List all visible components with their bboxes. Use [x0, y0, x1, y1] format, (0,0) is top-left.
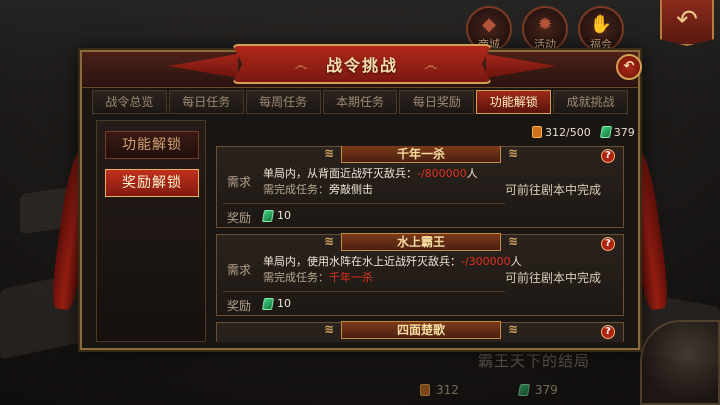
- prerequisite-text: 需完成任务：千年一杀: [263, 269, 373, 285]
- jade-icon: [517, 384, 530, 396]
- scroll-icon: [420, 384, 430, 396]
- requirement-text: 单局内，从背面近战歼灭敌兵：-/800000人: [263, 165, 478, 181]
- card-title: 水上霸王: [324, 233, 518, 251]
- tab-season-tasks[interactable]: 本期任务: [322, 90, 398, 114]
- help-icon[interactable]: ?: [601, 325, 615, 339]
- bottom-banner: 霸王天下的结局: [478, 352, 591, 370]
- prerequisite-text: 需完成任务：旁敲侧击: [263, 181, 373, 197]
- reward-label: 奖励: [227, 211, 252, 225]
- reward-label: 奖励: [227, 299, 252, 313]
- challenge-card: 千年一杀 ? 需求 单局内，从背面近战歼灭敌兵：-/800000人 需完成任务：…: [216, 146, 624, 228]
- bottom-scroll-value: 312: [436, 383, 459, 397]
- tab-achievements[interactable]: 成就挑战: [553, 90, 629, 114]
- hero-portrait[interactable]: [640, 320, 720, 405]
- reward-value: 10: [277, 297, 291, 310]
- help-icon[interactable]: ?: [601, 237, 615, 251]
- prereq-task: 千年一杀: [329, 271, 373, 284]
- tab-overview[interactable]: 战令总览: [92, 90, 167, 114]
- resource-counters: 312/500 379: [532, 124, 635, 140]
- event-icon: ✹: [537, 14, 553, 35]
- prereq-label: 需完成任务：: [263, 183, 329, 196]
- challenge-card: 水上霸王 ? 需求 单局内，使用水阵在水上近战歼灭敌兵：-/300000人 需完…: [216, 233, 624, 316]
- requirement-text: 单局内，使用水阵在水上近战歼灭敌兵：-/300000人: [263, 253, 522, 269]
- shop-icon: ◆: [482, 14, 496, 35]
- welfare-icon: ✋: [589, 14, 613, 35]
- prereq-label: 需完成任务：: [263, 271, 329, 284]
- requirement-unit: 人: [510, 255, 522, 268]
- challenge-card: 四面楚歌 ?: [216, 321, 624, 342]
- jade-icon: [261, 209, 275, 222]
- tab-bar: 战令总览 每日任务 每周任务 本期任务 每日奖励 功能解锁 成就挑战: [92, 90, 629, 114]
- prereq-task: 旁敲侧击: [329, 183, 373, 196]
- sidebar: 功能解锁 奖励解锁: [96, 120, 206, 342]
- jade-icon: [599, 126, 612, 138]
- tab-daily-tasks[interactable]: 每日任务: [168, 90, 244, 114]
- back-button[interactable]: ↶: [660, 0, 714, 46]
- divider: [223, 291, 505, 292]
- help-icon[interactable]: ?: [601, 149, 615, 163]
- divider: [223, 203, 505, 204]
- jade-icon: [261, 297, 275, 310]
- scroll-count: 312/500: [545, 125, 591, 139]
- jade-count: 379: [613, 125, 635, 139]
- sidebar-item-feature-unlock[interactable]: 功能解锁: [105, 131, 199, 159]
- requirement-label: 需求: [227, 263, 252, 277]
- battle-pass-panel: ෴ ෴ 战令挑战 ↶ 战令总览 每日任务 每周任务 本期任务 每日奖励 功能解锁…: [80, 44, 642, 350]
- welfare-button[interactable]: ✋ 福会: [578, 6, 624, 52]
- close-button[interactable]: ↶: [616, 54, 642, 80]
- requirement-desc: 单局内，使用水阵在水上近战歼灭敌兵：: [263, 255, 461, 268]
- tab-feature-unlock[interactable]: 功能解锁: [476, 90, 552, 114]
- reward-value: 10: [277, 209, 291, 222]
- back-arrow-icon: ↶: [676, 5, 698, 35]
- requirement-label: 需求: [227, 175, 252, 189]
- tab-weekly-tasks[interactable]: 每周任务: [245, 90, 321, 114]
- status-text: 可前往剧本中完成: [505, 183, 602, 197]
- bottom-jade-value: 379: [534, 383, 558, 397]
- progress-value: -/800000: [417, 167, 467, 180]
- tab-daily-rewards[interactable]: 每日奖励: [399, 90, 475, 114]
- reward-amount: 10: [261, 209, 291, 222]
- close-icon: ↶: [623, 59, 635, 74]
- sidebar-item-reward-unlock[interactable]: 奖励解锁: [105, 169, 199, 197]
- scroll-icon: [532, 126, 542, 138]
- bottom-resource-bar: 312 379: [420, 378, 640, 402]
- card-title: 四面楚歌: [324, 321, 518, 339]
- challenge-list[interactable]: 千年一杀 ? 需求 单局内，从背面近战歼灭敌兵：-/800000人 需完成任务：…: [216, 146, 624, 342]
- requirement-unit: 人: [466, 167, 478, 180]
- status-text: 可前往剧本中完成: [505, 271, 602, 285]
- progress-value: -/300000: [461, 255, 511, 268]
- reward-amount: 10: [261, 297, 291, 310]
- panel-title: 战令挑战: [325, 56, 398, 75]
- event-button[interactable]: ✹ 活动: [522, 6, 568, 52]
- requirement-desc: 单局内，从背面近战歼灭敌兵：: [263, 167, 417, 180]
- card-title: 千年一杀: [324, 146, 518, 163]
